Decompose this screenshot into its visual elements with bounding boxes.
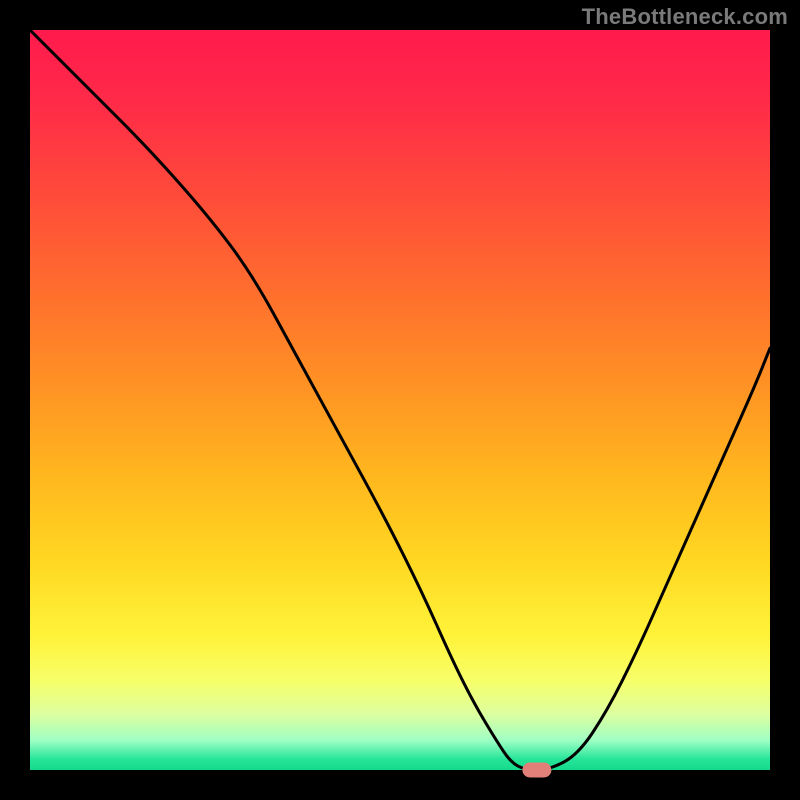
bottleneck-chart [0,0,800,800]
chart-frame: TheBottleneck.com [0,0,800,800]
optimum-marker [523,763,551,777]
